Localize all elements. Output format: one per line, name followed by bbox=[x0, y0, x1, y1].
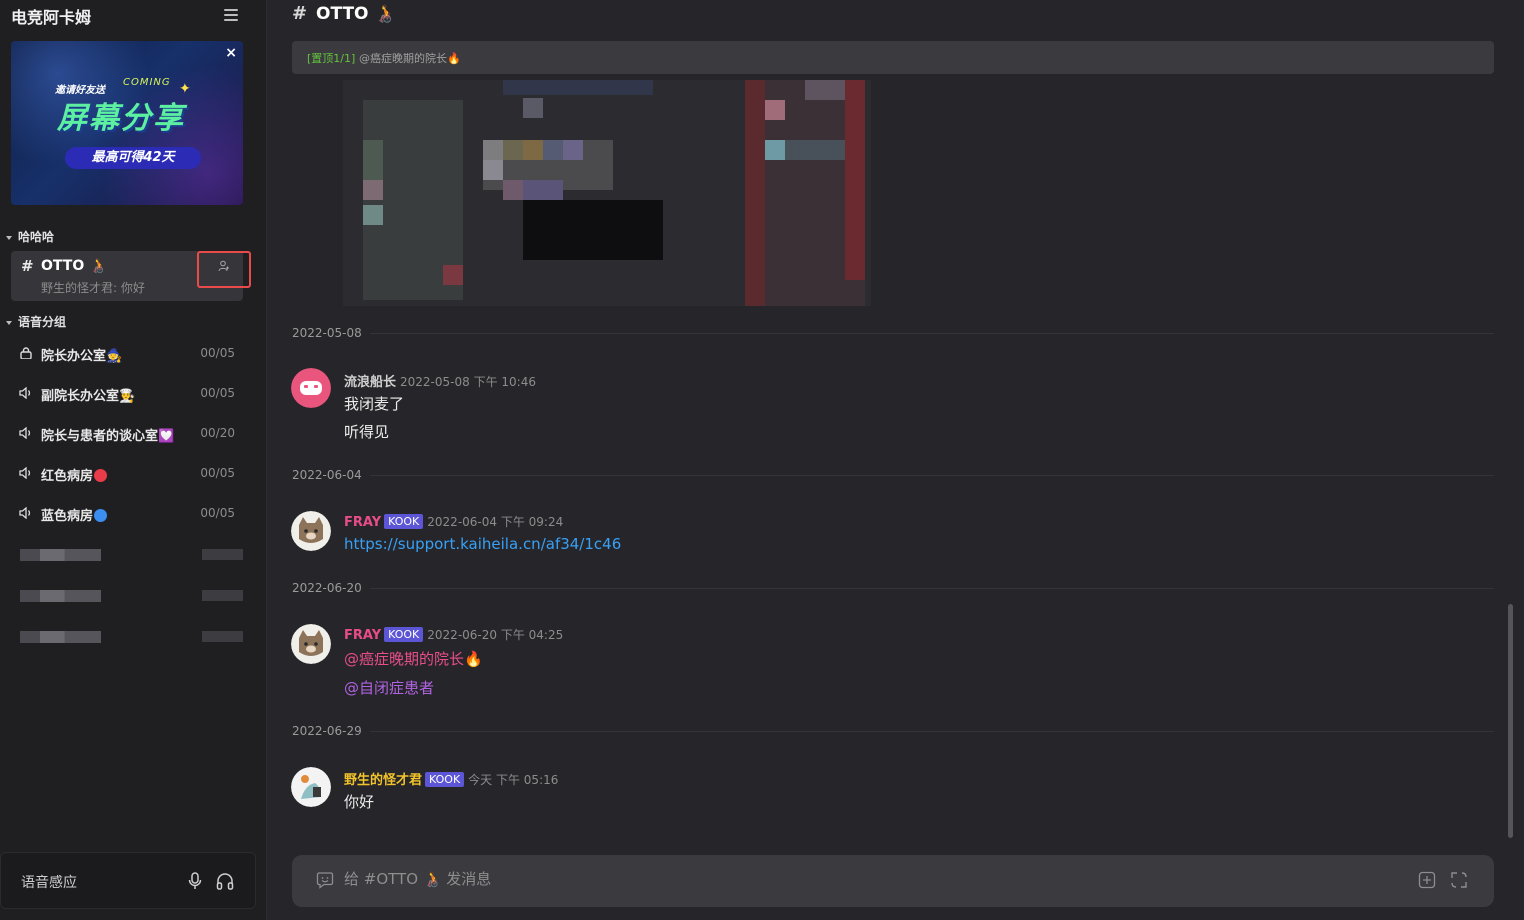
message-time: 2022-05-08 下午 10:46 bbox=[400, 375, 536, 389]
voice-channel-count: 00/05 bbox=[200, 506, 235, 520]
microphone-icon[interactable] bbox=[187, 872, 203, 890]
message-link[interactable]: https://support.kaiheila.cn/af34/1c46 bbox=[344, 535, 621, 553]
message-header: 流浪船长 2022-05-08 下午 10:46 bbox=[344, 371, 536, 390]
banner-title: 屏幕分享 bbox=[57, 101, 185, 136]
date-divider: 2022-05-08 bbox=[292, 326, 370, 340]
message-text: 听得见 bbox=[344, 423, 390, 441]
author-name[interactable]: 流浪船长 bbox=[344, 375, 396, 390]
voice-channel-1[interactable]: 副院长办公室👨‍🍳 00/05 bbox=[19, 383, 243, 405]
voice-channel-count: 00/05 bbox=[200, 466, 235, 480]
voice-channel-name: 副院长办公室 bbox=[41, 389, 120, 404]
chef-emoji: 👨‍🍳 bbox=[119, 389, 136, 404]
obscured-channel[interactable] bbox=[20, 631, 243, 643]
date-divider-line bbox=[292, 731, 1494, 732]
banner-coming-text: COMING bbox=[123, 77, 171, 88]
image-attachment[interactable] bbox=[343, 80, 871, 306]
message-time: 2022-06-04 下午 09:24 bbox=[427, 515, 564, 529]
date-divider: 2022-06-29 bbox=[292, 724, 370, 738]
voice-channel-0[interactable]: 院长办公室🧙 00/05 bbox=[19, 343, 243, 365]
voice-channel-count: 00/05 bbox=[200, 346, 235, 360]
server-name[interactable]: 电竞阿卡姆 bbox=[11, 4, 91, 28]
date-divider-line bbox=[292, 475, 1494, 476]
server-header[interactable]: 电竞阿卡姆 bbox=[0, 0, 266, 30]
lock-icon bbox=[20, 347, 32, 359]
scrollbar[interactable] bbox=[1508, 604, 1513, 838]
sidebar: 电竞阿卡姆 × 邀请好友送 COMING ✦ 屏幕分享 最高可得42天 哈哈哈 … bbox=[0, 0, 267, 920]
kook-badge: KOOK bbox=[384, 627, 424, 642]
close-icon[interactable]: × bbox=[225, 45, 237, 61]
date-divider: 2022-06-20 bbox=[292, 581, 370, 595]
speaker-icon bbox=[19, 427, 31, 439]
message-header: FRAY KOOK 2022-06-20 下午 04:25 bbox=[344, 626, 563, 643]
pinned-message-bar[interactable]: [置顶1/1] @癌症晚期的院长🔥 bbox=[292, 41, 1494, 74]
add-attachment-icon[interactable] bbox=[1418, 871, 1436, 889]
message-composer[interactable] bbox=[292, 855, 1494, 907]
hash-icon: # bbox=[292, 3, 308, 24]
message-time: 2022-06-20 下午 04:25 bbox=[427, 628, 564, 642]
emoji-icon[interactable] bbox=[316, 871, 334, 889]
category-voice[interactable]: 语音分组 bbox=[6, 313, 66, 330]
hash-icon: # bbox=[21, 257, 34, 275]
avatar[interactable] bbox=[291, 368, 331, 408]
role-mention[interactable]: @自闭症患者 bbox=[344, 677, 434, 698]
message-text: 我闭麦了 bbox=[344, 395, 405, 413]
voice-activity-label[interactable]: 语音感应 bbox=[21, 872, 77, 892]
category-text[interactable]: 哈哈哈 bbox=[6, 228, 54, 245]
user-mention[interactable]: @癌症晚期的院长🔥 bbox=[344, 648, 483, 669]
caret-down-icon bbox=[6, 235, 12, 240]
kook-badge: KOOK bbox=[384, 514, 424, 529]
voice-channel-name: 院长办公室 bbox=[41, 349, 107, 364]
avatar[interactable] bbox=[291, 767, 331, 807]
pinned-tag: [置顶1/1] bbox=[307, 52, 356, 65]
voice-channel-name: 蓝色病房 bbox=[41, 509, 94, 524]
channel-title: OTTO 🧑‍🦽 bbox=[316, 4, 396, 24]
add-user-icon[interactable] bbox=[218, 260, 230, 272]
message-header: 野生的怪才君 KOOK 今天 下午 05:16 bbox=[344, 769, 558, 788]
voice-channel-name: 红色病房 bbox=[41, 469, 94, 484]
message-header: FRAY KOOK 2022-06-04 下午 09:24 bbox=[344, 513, 563, 530]
voice-channel-2[interactable]: 院长与患者的谈心室💟 00/20 bbox=[19, 423, 243, 445]
author-name[interactable]: FRAY bbox=[344, 515, 381, 530]
channel-preview: 野生的怪才君: 你好 bbox=[41, 281, 145, 295]
speaker-icon bbox=[19, 387, 31, 399]
date-divider-line bbox=[292, 588, 1494, 589]
cat-avatar[interactable] bbox=[291, 624, 331, 664]
banner-subtitle: 最高可得42天 bbox=[65, 147, 201, 169]
date-divider-line bbox=[292, 333, 1494, 334]
pinned-text: @癌症晚期的院长🔥 bbox=[359, 52, 461, 65]
voice-channel-count: 00/05 bbox=[200, 386, 235, 400]
author-name[interactable]: FRAY bbox=[344, 628, 381, 643]
caret-down-icon bbox=[6, 320, 12, 325]
blue-circle-icon bbox=[94, 509, 108, 522]
date-divider: 2022-06-04 bbox=[292, 468, 370, 482]
obscured-channel[interactable] bbox=[20, 549, 243, 561]
voice-channel-name: 院长与患者的谈心室 bbox=[41, 429, 159, 444]
kook-badge: KOOK bbox=[425, 772, 465, 787]
cat-avatar[interactable] bbox=[291, 511, 331, 551]
expand-icon[interactable] bbox=[1450, 871, 1468, 889]
headphones-icon[interactable] bbox=[216, 872, 234, 890]
channel-name: OTTO 🧑‍🦽 bbox=[41, 258, 107, 274]
wizard-emoji: 🧙 bbox=[106, 349, 123, 364]
heart-emoji: 💟 bbox=[158, 429, 175, 444]
speaker-icon bbox=[19, 467, 31, 479]
author-name[interactable]: 野生的怪才君 bbox=[344, 773, 422, 788]
voice-channel-3[interactable]: 红色病房 00/05 bbox=[19, 463, 243, 485]
voice-channel-4[interactable]: 蓝色病房 00/05 bbox=[19, 503, 243, 525]
speaker-icon bbox=[19, 507, 31, 519]
hamburger-menu-icon[interactable] bbox=[224, 9, 238, 21]
message-text: 你好 bbox=[344, 793, 375, 811]
obscured-channel[interactable] bbox=[20, 590, 243, 602]
promo-banner[interactable]: × 邀请好友送 COMING ✦ 屏幕分享 最高可得42天 bbox=[11, 41, 243, 205]
message-input[interactable] bbox=[344, 870, 1344, 888]
red-circle-icon bbox=[94, 469, 108, 482]
voice-status-bar: 语音感应 bbox=[0, 852, 256, 909]
voice-channel-count: 00/20 bbox=[200, 426, 235, 440]
chat-area: # OTTO 🧑‍🦽 [置顶1/1] @癌症晚期的院长🔥 2022-05 bbox=[267, 0, 1524, 920]
message-time: 今天 下午 05:16 bbox=[468, 773, 559, 787]
